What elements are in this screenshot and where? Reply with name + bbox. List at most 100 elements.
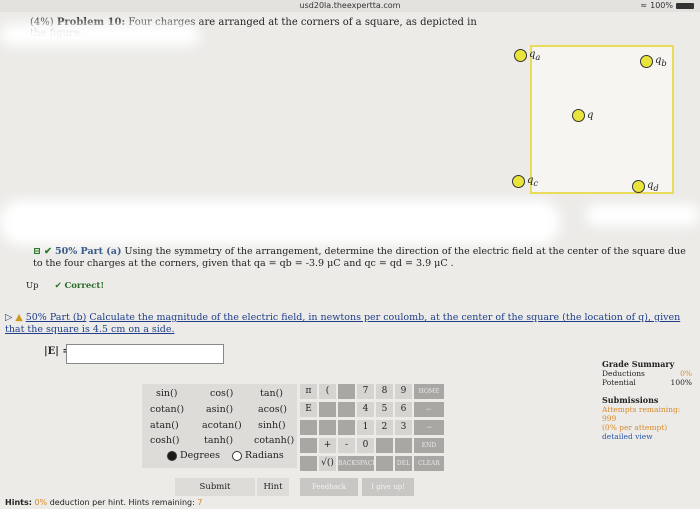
- feedback-button[interactable]: Feedback: [300, 478, 358, 496]
- fn-cotan-button[interactable]: cotan(): [150, 404, 184, 415]
- grade-summary: Grade Summary Deductions 0% Potential 10…: [602, 359, 692, 442]
- charge-dot-icon: [572, 109, 585, 122]
- key-del[interactable]: DEL: [395, 456, 412, 471]
- redaction: [585, 204, 700, 226]
- key-left-arrow[interactable]: ←: [414, 402, 444, 417]
- status-bar: usd20la.theexpertta.com ≈ 100%: [0, 0, 700, 12]
- angle-mode: Degrees Radians: [167, 450, 284, 461]
- key-blank[interactable]: [319, 420, 336, 435]
- charge-qa: qa: [514, 49, 540, 62]
- key-blank[interactable]: [338, 384, 355, 399]
- key-7[interactable]: 7: [357, 384, 374, 399]
- key-1[interactable]: 1: [357, 420, 374, 435]
- part-b: ▷ ▲ 50% Part (b) Calculate the magnitude…: [5, 312, 695, 336]
- part-b-text: Calculate the magnitude of the electric …: [5, 312, 681, 335]
- fn-cotanh-button[interactable]: cotanh(): [254, 435, 294, 446]
- fn-acotan-button[interactable]: acotan(): [202, 420, 242, 431]
- hints-line: Hints: 0% deduction per hint. Hints rema…: [5, 498, 202, 507]
- key-2[interactable]: 2: [376, 420, 393, 435]
- key-home[interactable]: HOME: [414, 384, 444, 399]
- fn-tanh-button[interactable]: tanh(): [204, 435, 233, 446]
- charge-dot-icon: [512, 175, 525, 188]
- detailed-view-link[interactable]: detailed view: [602, 432, 692, 441]
- key-blank[interactable]: [300, 420, 317, 435]
- key-6[interactable]: 6: [395, 402, 412, 417]
- fn-cos-button[interactable]: cos(): [210, 388, 233, 399]
- battery-percent: 100%: [650, 1, 673, 10]
- url-label: usd20la.theexpertta.com: [299, 1, 401, 10]
- key-blank[interactable]: [338, 420, 355, 435]
- charge-dot-icon: [632, 180, 645, 193]
- charge-q-center: q: [572, 109, 593, 122]
- per-attempt: (0% per attempt): [602, 423, 668, 432]
- key-pi[interactable]: π: [300, 384, 317, 399]
- part-a-status: Up ✔ Correct!: [26, 281, 104, 291]
- charge-dot-icon: [514, 49, 527, 62]
- checkmark-icon: ✔: [54, 281, 62, 291]
- key-end[interactable]: END: [414, 438, 444, 453]
- key-blank[interactable]: [300, 456, 317, 471]
- collapse-icon[interactable]: ⊟: [33, 246, 41, 257]
- fn-atan-button[interactable]: atan(): [150, 420, 179, 431]
- potential-label: Potential: [602, 378, 636, 387]
- key-blank[interactable]: [300, 438, 317, 453]
- calculator: sin() cos() tan() cotan() asin() acos() …: [142, 384, 466, 472]
- fn-asin-button[interactable]: asin(): [206, 404, 233, 415]
- fn-cosh-button[interactable]: cosh(): [150, 435, 179, 446]
- part-a: ⊟ ✔ 50% Part (a) Using the symmetry of t…: [33, 246, 698, 270]
- expand-icon[interactable]: ▷: [5, 312, 12, 323]
- hints-pct: 0%: [34, 498, 48, 507]
- charge-dot-icon: [640, 55, 653, 68]
- key-blank[interactable]: [376, 438, 393, 453]
- key-blank[interactable]: [395, 438, 412, 453]
- key-8[interactable]: 8: [376, 384, 393, 399]
- key-5[interactable]: 5: [376, 402, 393, 417]
- key-3[interactable]: 3: [395, 420, 412, 435]
- radians-radio[interactable]: [231, 450, 242, 461]
- part-b-title[interactable]: 50% Part (b): [26, 312, 87, 323]
- submissions-title: Submissions: [602, 395, 659, 405]
- warning-icon: ▲: [15, 312, 23, 323]
- key-blank[interactable]: [319, 402, 336, 417]
- key-sqrt[interactable]: √(): [319, 456, 336, 471]
- key-4[interactable]: 4: [357, 402, 374, 417]
- deductions-value: 0%: [680, 369, 692, 378]
- deductions-label: Deductions: [602, 369, 645, 378]
- charge-qc: qc: [512, 175, 538, 188]
- key-right-arrow[interactable]: →: [414, 420, 444, 435]
- key-open-paren[interactable]: (: [319, 384, 336, 399]
- part-a-given: qa = qb = -3.9 μC and qc = qd = 3.9 μC .: [253, 258, 454, 269]
- submit-button[interactable]: Submit: [175, 478, 255, 496]
- battery-icon: [676, 2, 694, 9]
- key-clear[interactable]: CLEAR: [414, 456, 444, 471]
- fn-tan-button[interactable]: tan(): [260, 388, 283, 399]
- hint-button[interactable]: Hint: [257, 478, 289, 496]
- up-label: Up: [26, 281, 39, 291]
- attempts-remaining: Attempts remaining: 999: [602, 405, 681, 423]
- key-minus[interactable]: -: [338, 438, 355, 453]
- hints-remaining: 7: [197, 498, 203, 507]
- degrees-label: Degrees: [180, 450, 220, 461]
- grade-summary-title: Grade Summary: [602, 359, 675, 369]
- function-pad: sin() cos() tan() cotan() asin() acos() …: [142, 384, 297, 468]
- wifi-icon: ≈: [640, 1, 648, 10]
- give-up-button[interactable]: I give up!: [362, 478, 414, 496]
- fn-sin-button[interactable]: sin(): [156, 388, 177, 399]
- key-9[interactable]: 9: [395, 384, 412, 399]
- correct-label: Correct!: [64, 281, 105, 291]
- key-blank[interactable]: [338, 402, 355, 417]
- fn-acos-button[interactable]: acos(): [258, 404, 287, 415]
- potential-value: 100%: [670, 378, 692, 387]
- key-blank[interactable]: [376, 456, 393, 471]
- hints-label: Hints:: [5, 498, 32, 507]
- fn-sinh-button[interactable]: sinh(): [258, 420, 286, 431]
- radians-label: Radians: [244, 450, 284, 461]
- key-0[interactable]: 0: [357, 438, 374, 453]
- part-a-title: 50% Part (a): [55, 246, 122, 257]
- key-e[interactable]: E: [300, 402, 317, 417]
- key-backspace[interactable]: BACKSPACE: [338, 456, 377, 471]
- key-plus[interactable]: +: [319, 438, 336, 453]
- answer-input[interactable]: [66, 344, 224, 364]
- charge-qd: qd: [632, 180, 659, 193]
- degrees-radio[interactable]: [167, 450, 177, 461]
